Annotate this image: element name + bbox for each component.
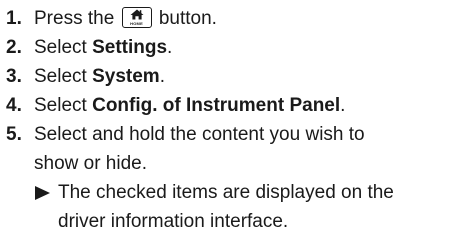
step-2: 2. Select Settings. <box>6 33 470 62</box>
step-3: 3. Select System. <box>6 62 470 91</box>
step-number: 1. <box>6 8 22 29</box>
step-punct: . <box>340 95 346 116</box>
steps-list: 1. Press the HOME button. 2. Select Sett… <box>6 4 470 236</box>
right-triangle-icon <box>35 186 50 200</box>
menu-item-system: System <box>92 66 160 87</box>
step-number: 4. <box>6 95 22 116</box>
home-button-label: HOME <box>130 20 143 26</box>
result-text-line-1: The checked items are displayed on the <box>58 182 394 203</box>
step-result: The checked items are displayed on the d… <box>34 178 470 236</box>
step-number: 3. <box>6 66 22 87</box>
step-text: Select <box>34 66 87 87</box>
step-5: 5. Select and hold the content you wish … <box>6 120 470 236</box>
step-text-line-1: Select and hold the content you wish to <box>34 124 365 145</box>
step-text-end: button. <box>158 8 217 29</box>
step-text: Select <box>34 95 87 116</box>
home-button-icon: HOME <box>121 6 152 28</box>
step-punct: . <box>167 37 173 58</box>
step-4: 4. Select Config. of Instrument Panel. <box>6 91 470 120</box>
step-1: 1. Press the HOME button. <box>6 4 470 33</box>
menu-item-config-instrument-panel: Config. of Instrument Panel <box>92 95 341 116</box>
step-text: Press the <box>34 8 115 29</box>
step-number: 5. <box>6 124 22 145</box>
menu-item-settings: Settings <box>92 37 168 58</box>
result-text-line-2: driver information interface. <box>58 211 289 232</box>
step-text: Select <box>34 37 87 58</box>
instructions-page: 1. Press the HOME button. 2. Select Sett… <box>0 0 470 241</box>
step-number: 2. <box>6 37 22 58</box>
home-icon <box>130 9 144 20</box>
step-text-line-2: show or hide. <box>34 153 148 174</box>
step-punct: . <box>159 66 165 87</box>
